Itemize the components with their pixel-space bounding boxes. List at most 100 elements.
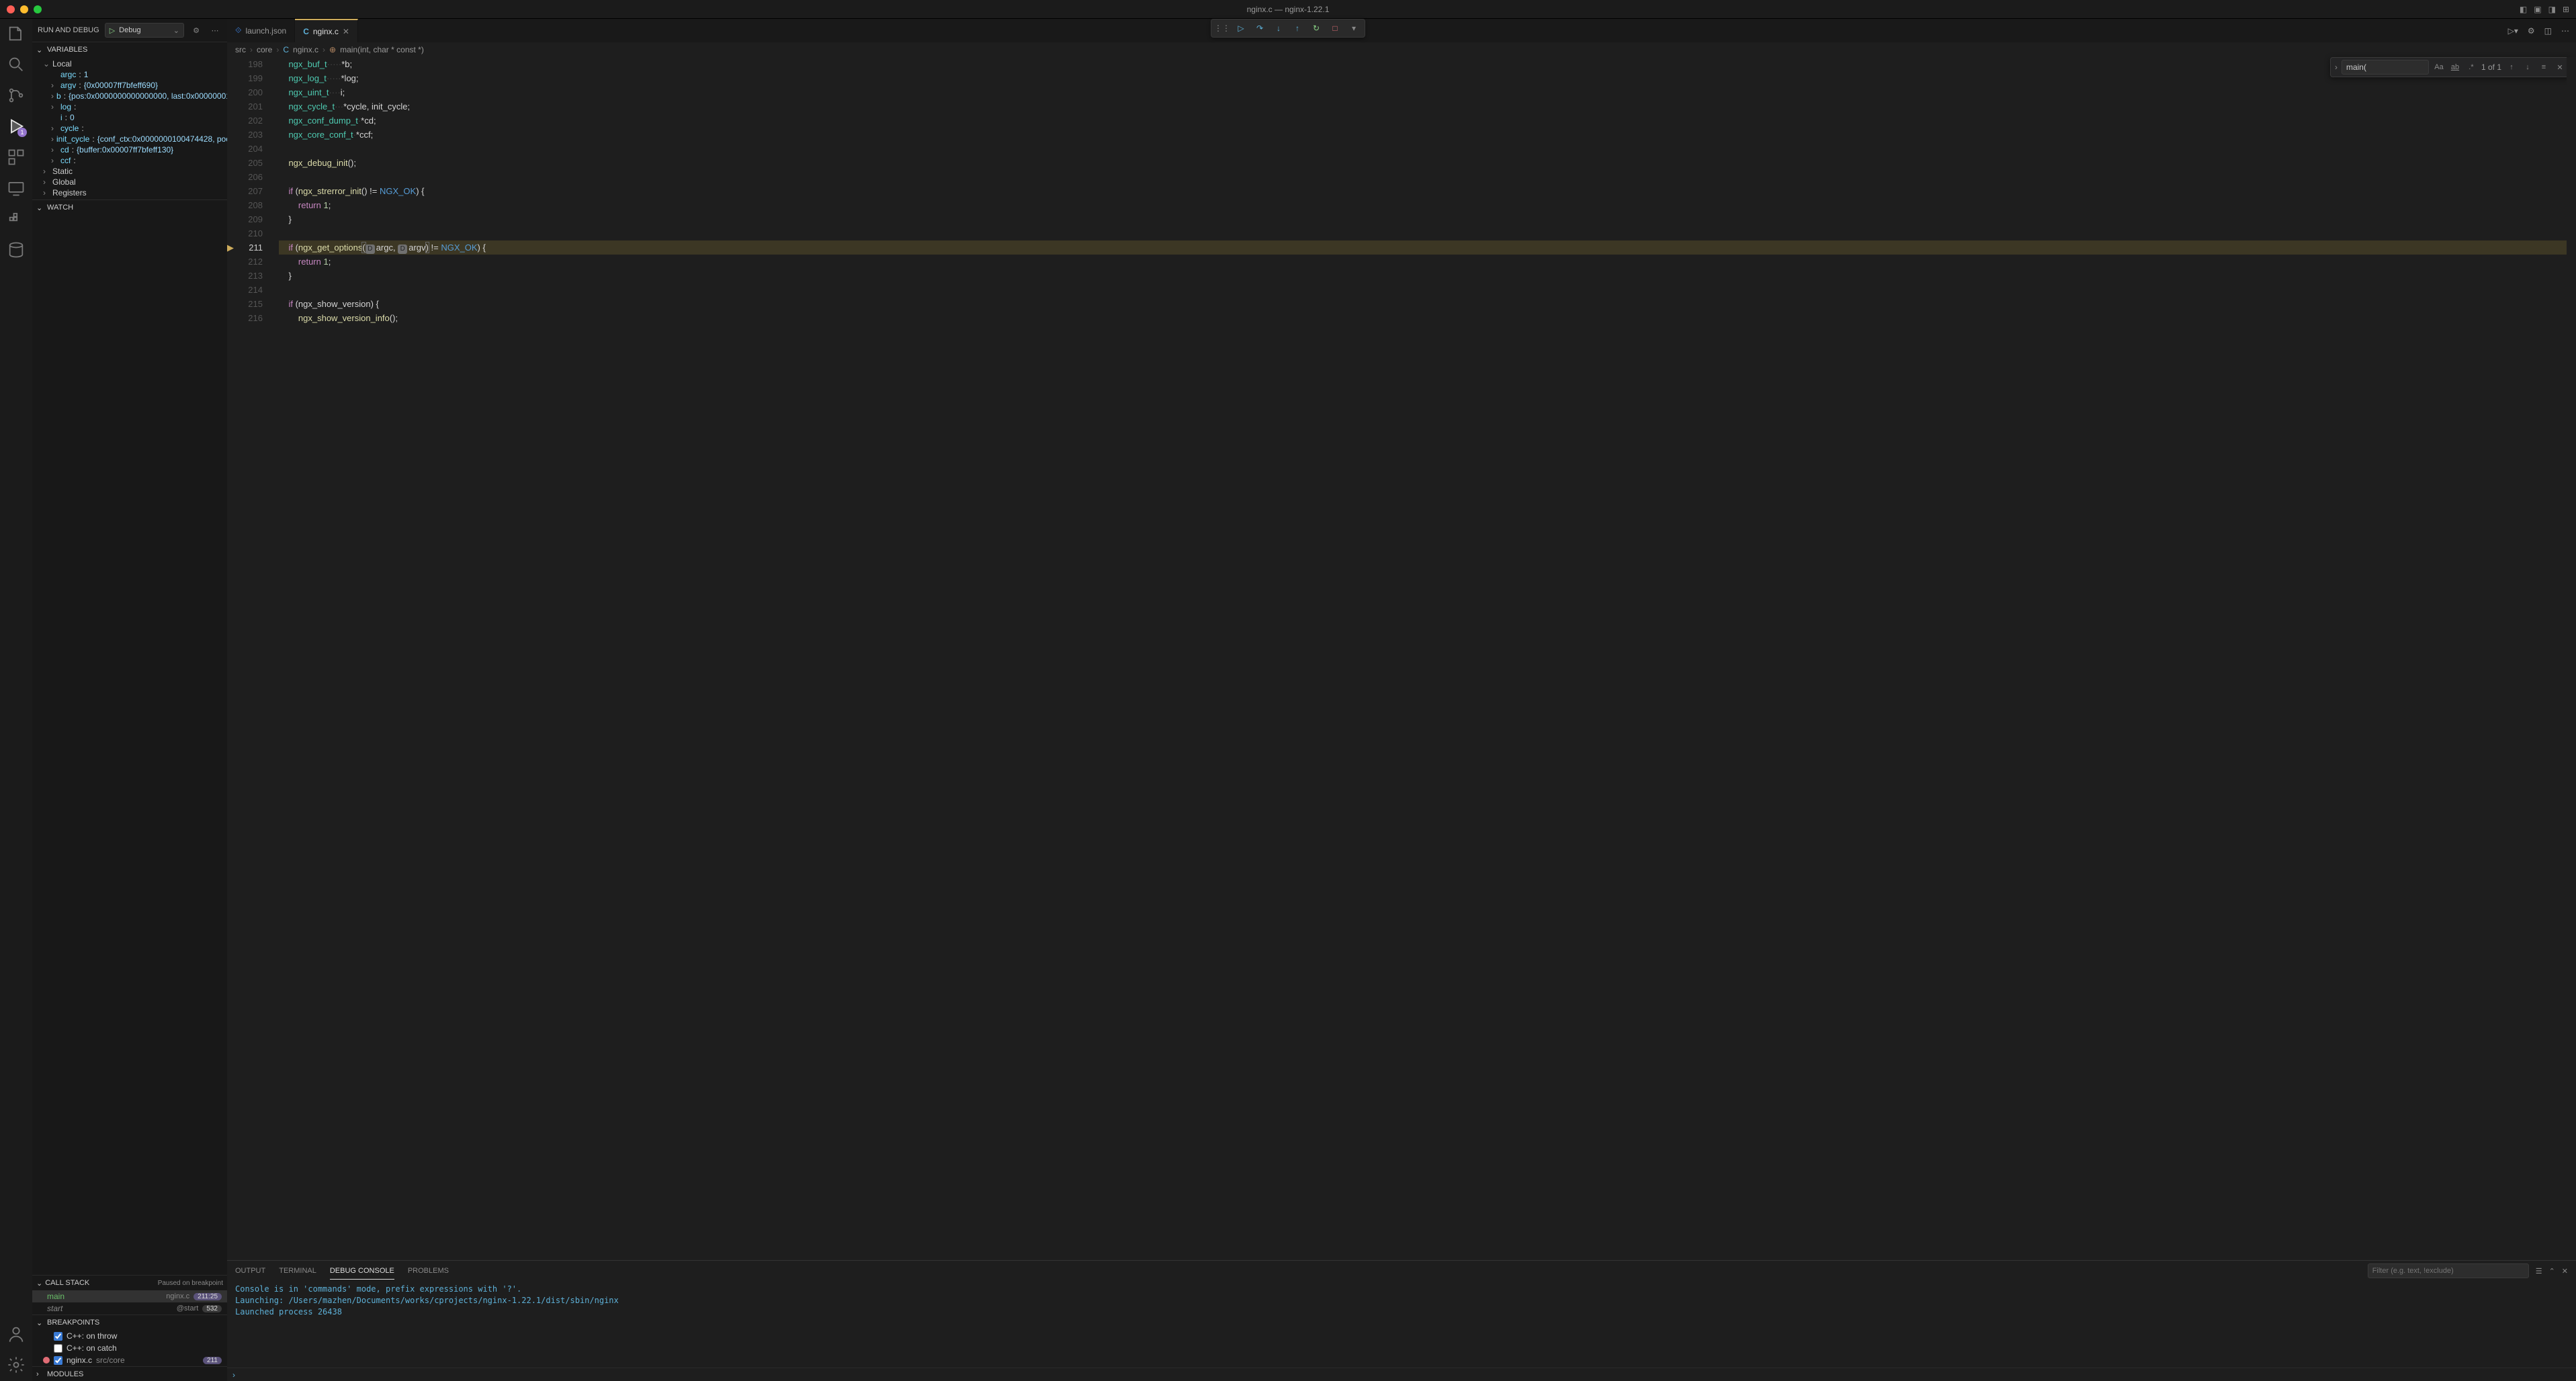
- variable-row[interactable]: ›init_cycle: {conf_ctx:0x000000010047442…: [32, 134, 227, 144]
- variable-row[interactable]: ›cycle:: [32, 123, 227, 134]
- scope-local[interactable]: ⌄ Local: [32, 58, 227, 69]
- more-icon[interactable]: ⋯: [208, 24, 222, 37]
- scope-global[interactable]: › Global: [32, 177, 227, 187]
- debug-console-prompt[interactable]: ›: [227, 1368, 2576, 1381]
- close-tab-icon[interactable]: ✕: [343, 27, 349, 36]
- breadcrumb[interactable]: src› core› C nginx.c› ⊕ main(int, char *…: [227, 42, 2576, 57]
- more-actions-icon[interactable]: ⋯: [2561, 26, 2569, 36]
- code-line[interactable]: ngx_debug_init();: [279, 156, 2567, 170]
- layout-left-icon[interactable]: ◧: [2520, 5, 2527, 14]
- tree-view-icon[interactable]: ☰: [2536, 1267, 2542, 1276]
- debug-badge: 1: [17, 128, 27, 137]
- close-window-button[interactable]: [7, 5, 15, 13]
- breakpoint-checkbox[interactable]: [54, 1344, 62, 1353]
- code-line[interactable]: return 1;: [279, 255, 2567, 269]
- database-icon[interactable]: [7, 240, 26, 259]
- drag-handle-icon[interactable]: ⋮⋮: [1215, 21, 1229, 35]
- callstack-frame[interactable]: start@start532: [32, 1302, 227, 1315]
- variables-header[interactable]: ⌄ Variables: [32, 42, 227, 57]
- code-line[interactable]: }: [279, 212, 2567, 226]
- panel-tab-output[interactable]: Output: [235, 1263, 265, 1279]
- layout-right-icon[interactable]: ◨: [2548, 5, 2556, 14]
- traffic-lights: [0, 5, 42, 13]
- run-config-icon[interactable]: ▷▾: [2508, 26, 2518, 36]
- editor-tab[interactable]: ⟐launch.json: [227, 19, 295, 42]
- code-line[interactable]: [279, 170, 2567, 184]
- watch-header[interactable]: ⌄ Watch: [32, 200, 227, 215]
- code-line[interactable]: ngx_log_t·····*log;: [279, 71, 2567, 85]
- modules-header[interactable]: › Modules: [32, 1366, 227, 1381]
- docker-icon[interactable]: [7, 210, 26, 228]
- variable-row[interactable]: i: 0: [32, 112, 227, 123]
- account-icon[interactable]: [7, 1325, 26, 1343]
- breakpoints-section: ⌄ Breakpoints C++: on throwC++: on catch…: [32, 1315, 227, 1381]
- layout-bottom-icon[interactable]: ▣: [2534, 5, 2541, 14]
- breakpoint-dot-icon: [43, 1357, 50, 1364]
- maximize-window-button[interactable]: [34, 5, 42, 13]
- variable-row[interactable]: ›ccf:: [32, 155, 227, 166]
- panel-tab-terminal[interactable]: Terminal: [279, 1263, 316, 1279]
- code-line[interactable]: ngx_show_version_info();: [279, 311, 2567, 325]
- tab-label: nginx.c: [313, 27, 339, 36]
- breakpoint-row[interactable]: C++: on throw: [32, 1330, 227, 1342]
- stop-button[interactable]: □: [1328, 21, 1342, 35]
- variable-row[interactable]: ›argv: {0x00007ff7bfeff690}: [32, 80, 227, 91]
- breakpoints-header[interactable]: ⌄ Breakpoints: [32, 1315, 227, 1330]
- panel-filter-input[interactable]: [2368, 1263, 2529, 1278]
- code-line[interactable]: return 1;: [279, 198, 2567, 212]
- debug-toolbar[interactable]: ⋮⋮ ▷ ↷ ↓ ↑ ↻ □ ▾: [1211, 19, 1365, 38]
- settings-gear-icon[interactable]: ⚙: [2528, 26, 2535, 36]
- continue-button[interactable]: ▷: [1234, 21, 1248, 35]
- callstack-header[interactable]: ⌄ Call Stack Paused on breakpoint: [32, 1276, 227, 1290]
- step-into-button[interactable]: ↓: [1272, 21, 1285, 35]
- code-line[interactable]: if (ngx_get_options(Dargc, Dargv) != NGX…: [279, 240, 2567, 255]
- search-icon[interactable]: [7, 55, 26, 74]
- source-control-icon[interactable]: [7, 86, 26, 105]
- code-line[interactable]: ngx_buf_t·····*b;: [279, 57, 2567, 71]
- debug-config-select[interactable]: ▷ Debug ⌄: [105, 23, 184, 38]
- restart-button[interactable]: ↻: [1310, 21, 1323, 35]
- settings-icon[interactable]: [7, 1355, 26, 1374]
- scroll-margin[interactable]: [2567, 57, 2576, 1260]
- variable-row[interactable]: argc: 1: [32, 69, 227, 80]
- breakpoint-row[interactable]: nginx.c src/core211: [32, 1354, 227, 1366]
- code-line[interactable]: ngx_uint_t····i;: [279, 85, 2567, 99]
- code-line[interactable]: ngx_conf_dump_t·*cd;: [279, 114, 2567, 128]
- variable-row[interactable]: ›log:: [32, 101, 227, 112]
- code-line[interactable]: if (ngx_show_version) {: [279, 297, 2567, 311]
- editor[interactable]: ▶ 19819920020120220320420520620720820921…: [227, 57, 2576, 1260]
- code-line[interactable]: if (ngx_strerror_init() != NGX_OK) {: [279, 184, 2567, 198]
- breakpoint-checkbox[interactable]: [54, 1332, 62, 1341]
- breakpoint-row[interactable]: C++: on catch: [32, 1342, 227, 1354]
- scope-static[interactable]: › Static: [32, 166, 227, 177]
- run-debug-icon[interactable]: 1: [7, 117, 26, 136]
- callstack-status: Paused on breakpoint: [158, 1280, 223, 1287]
- close-panel-icon[interactable]: ✕: [2562, 1267, 2568, 1276]
- layout-customize-icon[interactable]: ⊞: [2563, 5, 2569, 14]
- variable-row[interactable]: ›b: {pos:0x0000000000000000, last:0x0000…: [32, 91, 227, 101]
- editor-tab[interactable]: Cnginx.c✕: [295, 19, 358, 42]
- debug-more-icon[interactable]: ▾: [1347, 21, 1361, 35]
- panel-tab-problems[interactable]: Problems: [408, 1263, 449, 1279]
- variable-row[interactable]: ›cd: {buffer:0x00007ff7bfeff130}: [32, 144, 227, 155]
- code-line[interactable]: }: [279, 269, 2567, 283]
- extensions-icon[interactable]: [7, 148, 26, 167]
- scope-registers[interactable]: › Registers: [32, 187, 227, 198]
- callstack-frame[interactable]: mainnginx.c211:25: [32, 1290, 227, 1302]
- remote-icon[interactable]: [7, 179, 26, 197]
- collapse-panel-icon[interactable]: ⌃: [2549, 1267, 2555, 1276]
- code-line[interactable]: ngx_cycle_t···*cycle, init_cycle;: [279, 99, 2567, 114]
- step-over-button[interactable]: ↷: [1253, 21, 1266, 35]
- code-line[interactable]: [279, 142, 2567, 156]
- variables-section: ⌄ Variables ⌄ Local argc: 1›argv: {0x000…: [32, 42, 227, 199]
- gear-icon[interactable]: ⚙: [189, 24, 203, 37]
- breakpoint-checkbox[interactable]: [54, 1356, 62, 1365]
- step-out-button[interactable]: ↑: [1291, 21, 1304, 35]
- code-line[interactable]: ngx_core_conf_t·*ccf;: [279, 128, 2567, 142]
- code-line[interactable]: [279, 226, 2567, 240]
- panel-tab-debug-console[interactable]: Debug Console: [330, 1263, 394, 1280]
- split-editor-icon[interactable]: ◫: [2544, 26, 2552, 36]
- code-line[interactable]: [279, 283, 2567, 297]
- minimize-window-button[interactable]: [20, 5, 28, 13]
- explorer-icon[interactable]: [7, 24, 26, 43]
